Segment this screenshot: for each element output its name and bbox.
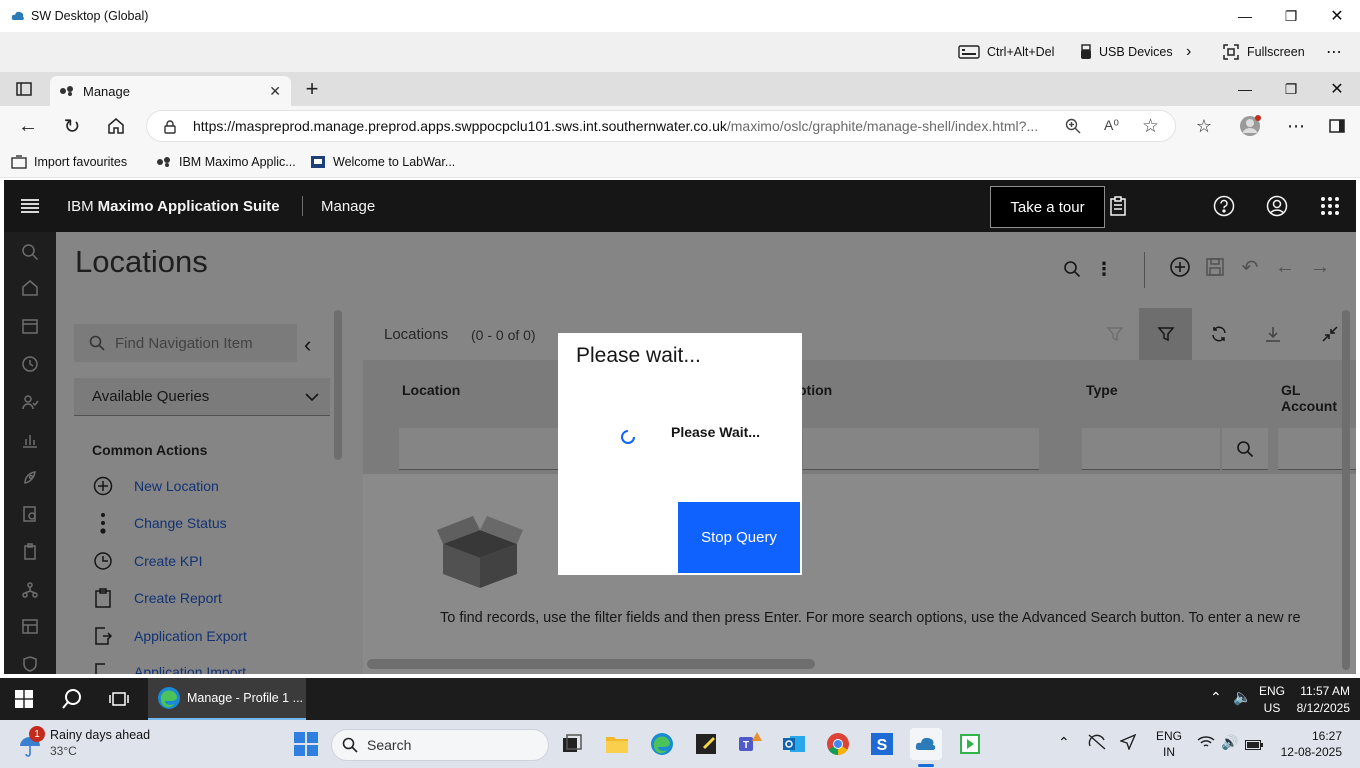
more-options-icon[interactable]: ⋯ (1326, 32, 1343, 72)
battery-icon[interactable] (1245, 737, 1263, 755)
vpn-off-icon[interactable] (1087, 734, 1107, 755)
hamburger-menu-icon[interactable] (14, 190, 46, 222)
tab-manage[interactable]: Manage ✕ (50, 76, 291, 106)
labware-icon (311, 156, 325, 168)
browser-restore-button[interactable]: ❐ (1268, 72, 1314, 106)
import-icon (11, 155, 27, 169)
favorite-item-labware[interactable]: Welcome to LabWar... (310, 146, 455, 178)
remote-taskbar: Manage - Profile 1 ... ⌃ 🔈 ENG US 11:57 A… (0, 678, 1360, 720)
maximo-favicon-icon (157, 157, 170, 167)
taskbar-search-box[interactable]: Search (331, 729, 549, 761)
tab-close-icon[interactable]: ✕ (269, 83, 281, 100)
file-explorer-icon[interactable] (601, 728, 633, 760)
maximo-favicon-icon (60, 86, 73, 96)
take-a-tour-button[interactable]: Take a tour (990, 186, 1105, 228)
product-name: Manage (321, 197, 376, 215)
favorites-bar: Import favourites IBM Maximo Applic... W… (0, 146, 1360, 178)
search-icon (342, 737, 358, 753)
favorites-icon[interactable]: ☆ (1189, 106, 1219, 146)
url-text: https://maspreprod.manage.preprod.apps.s… (193, 118, 1039, 134)
remote-clock[interactable]: 11:57 AM 8/12/2025 (1297, 683, 1350, 717)
profile-icon[interactable] (1235, 106, 1265, 146)
sticky-notes-icon[interactable] (690, 728, 722, 760)
settings-more-icon[interactable]: ⋯ (1281, 106, 1311, 146)
weather-badge: 1 (29, 726, 45, 742)
chevron-right-icon[interactable]: › (1186, 32, 1191, 72)
address-bar[interactable]: https://maspreprod.manage.preprod.apps.s… (146, 110, 1176, 142)
app-switcher-icon[interactable] (1314, 190, 1346, 222)
windows-start-icon[interactable] (290, 728, 322, 760)
teams-icon[interactable]: T (734, 728, 766, 760)
chrome-icon[interactable] (822, 728, 854, 760)
keyboard-icon (958, 45, 980, 59)
taskbar-app-manage[interactable]: Manage - Profile 1 ... (148, 678, 306, 720)
sw-desktop-icon[interactable] (910, 728, 942, 760)
restore-button[interactable]: ❐ (1268, 0, 1314, 32)
svg-text:T: T (743, 740, 749, 751)
chevron-up-icon[interactable]: ⌃ (1058, 734, 1070, 751)
volume-icon[interactable]: 🔊 (1221, 734, 1238, 751)
outlook-icon[interactable] (778, 728, 810, 760)
new-tab-icon[interactable]: + (297, 72, 327, 106)
refresh-icon[interactable]: ↻ (57, 106, 87, 146)
edge-icon[interactable] (646, 728, 678, 760)
app-s-icon[interactable]: S (866, 728, 898, 760)
please-wait-dialog: Please wait... Please Wait... Stop Query (558, 333, 802, 575)
favorite-item-maximo[interactable]: IBM Maximo Applic... (156, 146, 296, 178)
user-icon[interactable] (1261, 190, 1293, 222)
usb-icon (1081, 44, 1091, 59)
dialog-title: Please wait... (576, 344, 701, 367)
cloud-logo-icon (11, 11, 24, 20)
lock-icon (164, 120, 176, 134)
tab-actions-icon[interactable] (9, 72, 39, 106)
brand-name[interactable]: IBM Maximo Application Suite (67, 180, 280, 232)
chevron-up-icon[interactable]: ⌃ (1210, 689, 1222, 706)
favorite-item-import[interactable]: Import favourites (11, 146, 127, 178)
favorite-star-icon[interactable]: ☆ (1142, 115, 1159, 138)
weather-text: Rainy days ahead 33°C (50, 728, 151, 758)
loading-spinner-icon (621, 430, 635, 444)
back-icon[interactable]: ← (13, 106, 43, 146)
task-view-icon[interactable] (556, 728, 588, 760)
dialog-message: Please Wait... (671, 424, 760, 440)
rdp-title-bar: SW Desktop (Global) (0, 0, 1360, 32)
browser-close-button[interactable]: ✕ (1314, 72, 1360, 106)
maximo-header: IBM Maximo Application Suite Manage Take … (4, 180, 1356, 232)
close-button[interactable]: ✕ (1314, 0, 1360, 32)
ctrl-alt-del-button[interactable]: Ctrl+Alt+Del (958, 32, 1054, 72)
usb-devices-button[interactable]: USB Devices (1080, 32, 1173, 72)
local-clock[interactable]: 16:27 12-08-2025 (1281, 728, 1342, 760)
minimize-button[interactable]: — (1222, 0, 1268, 32)
windows-start-icon[interactable] (8, 683, 40, 715)
active-indicator (918, 764, 934, 767)
browser-tab-bar: Manage ✕ + — ❐ ✕ (0, 72, 1360, 106)
zoom-icon[interactable] (1065, 118, 1081, 139)
fullscreen-icon (1223, 44, 1239, 60)
volume-icon[interactable]: 🔈 (1233, 688, 1252, 706)
help-icon[interactable] (1208, 190, 1240, 222)
home-icon[interactable] (101, 106, 131, 146)
stop-query-button[interactable]: Stop Query (678, 502, 800, 573)
clipboard-icon[interactable] (1102, 190, 1134, 222)
media-player-icon[interactable] (954, 728, 986, 760)
language-indicator[interactable]: ENG US (1259, 683, 1285, 717)
wifi-icon[interactable] (1197, 735, 1215, 754)
browser-minimize-button[interactable]: — (1222, 72, 1268, 106)
rdp-toolbar: Ctrl+Alt+Del USB Devices › Fullscreen ⋯ (0, 32, 1360, 72)
fullscreen-button[interactable]: Fullscreen (1222, 32, 1305, 72)
header-divider (302, 196, 303, 216)
task-view-icon[interactable] (103, 683, 135, 715)
local-taskbar: 1 Rainy days ahead 33°C Search T S ⌃ ENG… (0, 720, 1360, 768)
svg-text:S: S (877, 737, 888, 754)
sidebar-icon[interactable] (1322, 106, 1352, 146)
location-arrow-icon[interactable] (1119, 733, 1137, 755)
edge-icon (158, 687, 180, 709)
read-aloud-icon[interactable]: A⁰ (1104, 117, 1119, 134)
browser-toolbar: ← ↻ https://maspreprod.manage.preprod.ap… (0, 106, 1360, 146)
language-indicator[interactable]: ENG IN (1156, 728, 1182, 760)
search-icon[interactable] (56, 683, 88, 715)
rdp-window-title: SW Desktop (Global) (31, 9, 149, 23)
